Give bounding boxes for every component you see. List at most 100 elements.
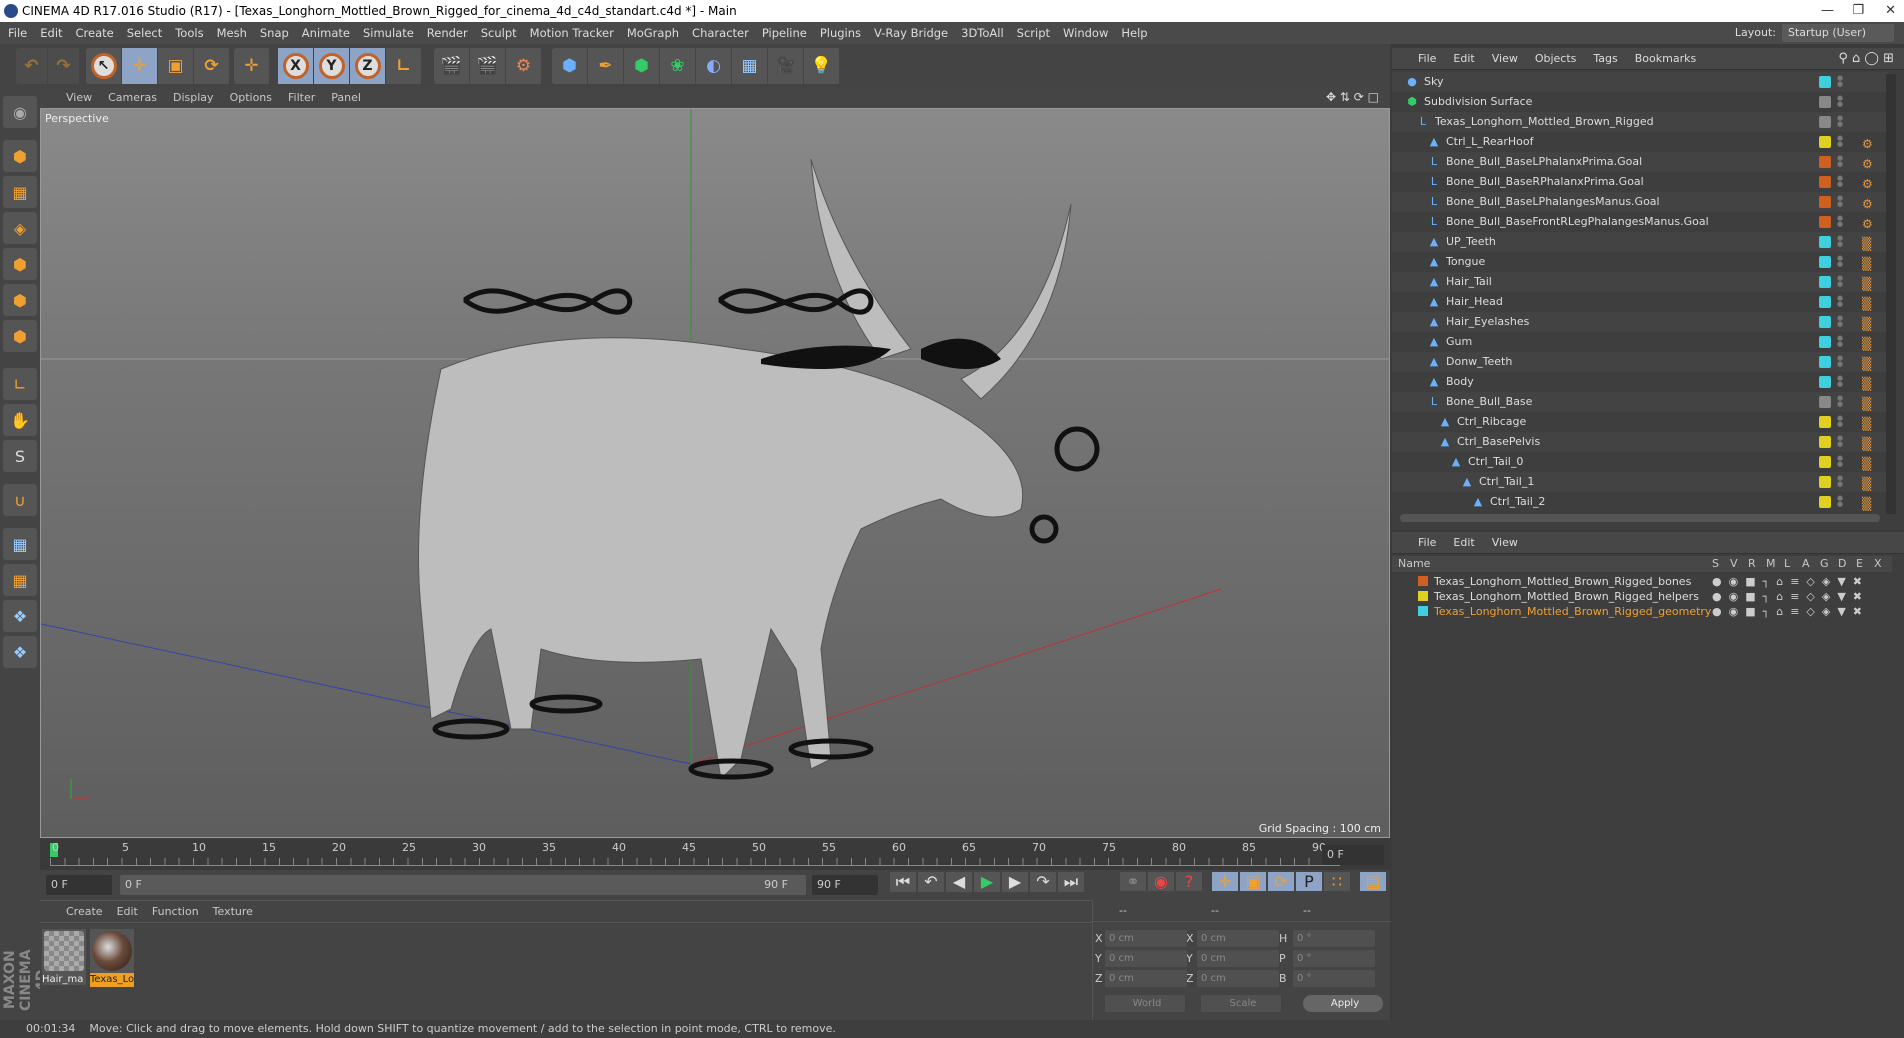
python-script-icon[interactable]: ❖ (3, 636, 37, 668)
layer-color-swatch[interactable] (1819, 336, 1831, 348)
layer-column-x[interactable]: X (1874, 556, 1882, 572)
layer-menu-view[interactable]: View (1492, 532, 1518, 553)
menu-mesh[interactable]: Mesh (217, 22, 247, 44)
record-keyframe-button[interactable]: ◉ (1148, 872, 1174, 891)
coord-field-v2[interactable]: 0 cm (1197, 930, 1279, 947)
visibility-dots[interactable]: ● ● (1837, 355, 1843, 368)
layer-color-swatch[interactable] (1418, 576, 1428, 586)
menu-help[interactable]: Help (1121, 22, 1147, 44)
layer-column-a[interactable]: A (1802, 556, 1810, 572)
axis-mode-icon[interactable]: ∟ (3, 368, 37, 400)
object-menu-file[interactable]: File (1418, 48, 1436, 69)
layer-toggle-icons[interactable]: ●◉■┐⌂≡◇◈▼✖ (1712, 574, 1869, 589)
object-tag-icon[interactable]: ▒ (1862, 374, 1871, 394)
layer-color-swatch[interactable] (1418, 606, 1428, 616)
coord-field-v3[interactable]: 0 ° (1293, 970, 1375, 987)
object-tag-icon[interactable]: ▒ (1862, 254, 1871, 274)
visibility-dots[interactable]: ● ● (1837, 415, 1843, 428)
material-texas-longhorn[interactable]: Texas_Lo (90, 929, 134, 987)
frame-range-slider[interactable]: 0 F 90 F (120, 875, 806, 895)
object-row[interactable]: ▲ Ctrl_Tail_2 ● ● ▒ (1392, 492, 1888, 512)
coord-field-v2[interactable]: 0 cm (1197, 970, 1279, 987)
rotate-tool-button[interactable]: ⟳ (194, 48, 230, 84)
snap-icon[interactable]: S (3, 440, 37, 472)
layer-column-l[interactable]: L (1784, 556, 1790, 572)
object-tag-icon[interactable]: ⚙ (1862, 134, 1873, 154)
object-tag-icon[interactable]: ⚙ (1862, 214, 1873, 234)
object-menu-objects[interactable]: Objects (1535, 48, 1577, 69)
menu-select[interactable]: Select (127, 22, 162, 44)
edges-mode-icon[interactable]: ⬢ (3, 284, 37, 316)
object-row[interactable]: L Bone_Bull_BaseLPhalanxPrima.Goal ● ● ⚙ (1392, 152, 1888, 172)
key-parameter-button[interactable]: P (1296, 872, 1322, 891)
object-row[interactable]: L Bone_Bull_Base ● ● ▒ (1392, 392, 1888, 412)
menu-window[interactable]: Window (1063, 22, 1108, 44)
make-editable-icon[interactable]: ◉ (3, 96, 37, 128)
object-tag-icon[interactable]: ▒ (1862, 354, 1871, 374)
paint-icon[interactable]: ▦ (3, 564, 37, 596)
menu-create[interactable]: Create (76, 22, 114, 44)
play-button[interactable]: ▶ (974, 872, 1000, 892)
object-row[interactable]: ▲ Ctrl_L_RearHoof ● ● ⚙ (1392, 132, 1888, 152)
visibility-dots[interactable]: ● ● (1837, 235, 1843, 248)
workplane-icon[interactable]: ◈ (3, 212, 37, 244)
viewport-menu-cameras[interactable]: Cameras (108, 88, 157, 108)
previous-key-button[interactable]: ↶ (918, 872, 944, 892)
material-menu-create[interactable]: Create (66, 901, 103, 922)
coord-field-v3[interactable]: 0 ° (1293, 930, 1375, 947)
key-rotation-button[interactable]: ⟳ (1268, 872, 1294, 891)
render-settings-button[interactable]: ⚙ (506, 48, 542, 84)
object-row[interactable]: ▲ Gum ● ● ▒ (1392, 332, 1888, 352)
visibility-dots[interactable]: ● ● (1837, 455, 1843, 468)
motion-path-button[interactable]: ⚭ (1120, 872, 1146, 891)
redo-button[interactable]: ↷ (48, 48, 80, 84)
object-tag-icon[interactable]: ▒ (1862, 294, 1871, 314)
python-icon[interactable]: ❖ (3, 600, 37, 632)
coord-field-v3[interactable]: 0 ° (1293, 950, 1375, 967)
layer-color-swatch[interactable] (1819, 396, 1831, 408)
menu-3dtoall[interactable]: 3DToAll (961, 22, 1004, 44)
visibility-dots[interactable]: ● ● (1837, 75, 1843, 88)
layer-color-swatch[interactable] (1819, 436, 1831, 448)
material-menu-texture[interactable]: Texture (213, 901, 253, 922)
viewport-menu-filter[interactable]: Filter (288, 88, 315, 108)
object-row[interactable]: ⬢ Subdivision Surface ● ● (1392, 92, 1888, 112)
viewport-menu-options[interactable]: Options (230, 88, 272, 108)
go-to-start-button[interactable]: ⏮ (890, 872, 916, 892)
coord-field-v1[interactable]: 0 cm (1105, 930, 1187, 947)
visibility-dots[interactable]: ● ● (1837, 275, 1843, 288)
object-tag-icon[interactable]: ▒ (1862, 314, 1871, 334)
key-scale-button[interactable]: ▣ (1240, 872, 1266, 891)
undo-button[interactable]: ↶ (16, 48, 48, 84)
object-menu-tags[interactable]: Tags (1593, 48, 1617, 69)
next-key-button[interactable]: ↷ (1030, 872, 1056, 892)
subdivision-surface-icon[interactable]: ⬢ (624, 48, 660, 84)
layer-color-swatch[interactable] (1819, 176, 1831, 188)
visibility-dots[interactable]: ● ● (1837, 195, 1843, 208)
camera-icon[interactable]: 🎥 (768, 48, 804, 84)
layer-color-swatch[interactable] (1819, 76, 1831, 88)
viewport-perspective[interactable]: Perspective Grid Spacing : 100 cm (40, 108, 1390, 838)
cloner-icon[interactable]: ❀ (660, 48, 696, 84)
visibility-dots[interactable]: ● ● (1837, 215, 1843, 228)
layer-row[interactable]: Texas_Longhorn_Mottled_Brown_Rigged_bone… (1392, 574, 1888, 589)
layer-color-swatch[interactable] (1819, 356, 1831, 368)
world-dropdown[interactable]: World (1105, 995, 1185, 1012)
object-tag-icon[interactable]: ▒ (1862, 334, 1871, 354)
viewport-menu-view[interactable]: View (66, 88, 92, 108)
coord-field-v1[interactable]: 0 cm (1105, 950, 1187, 967)
spline-pen-icon[interactable]: ✒ (588, 48, 624, 84)
restore-button[interactable]: ❐ (1852, 0, 1864, 22)
go-to-end-button[interactable]: ⏭ (1058, 872, 1084, 892)
texture-mode-icon[interactable]: ▦ (3, 176, 37, 208)
object-row[interactable]: ▲ Hair_Eyelashes ● ● ▒ (1392, 312, 1888, 332)
layer-toggle-icons[interactable]: ●◉■┐⌂≡◇◈▼✖ (1712, 604, 1869, 619)
tweak-mode-icon[interactable]: ✋ (3, 404, 37, 436)
layer-menu-file[interactable]: File (1418, 532, 1436, 553)
layer-color-swatch[interactable] (1819, 376, 1831, 388)
y-axis-button[interactable]: Y (314, 48, 350, 84)
visibility-dots[interactable]: ● ● (1837, 435, 1843, 448)
object-list-hscrollbar[interactable] (1400, 514, 1880, 522)
visibility-dots[interactable]: ● ● (1837, 95, 1843, 108)
object-row[interactable]: ▲ Hair_Tail ● ● ▒ (1392, 272, 1888, 292)
